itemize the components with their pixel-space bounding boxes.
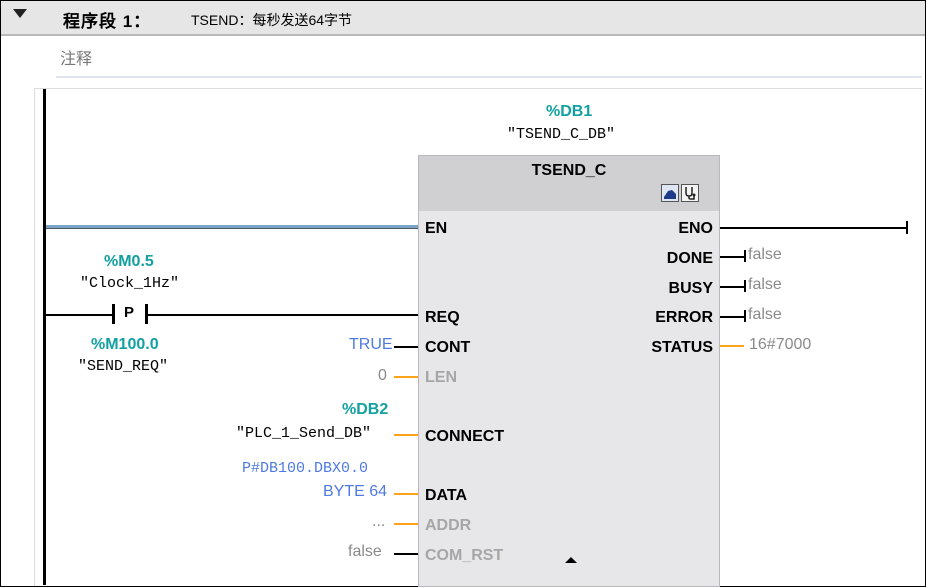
pin-connect: CONNECT <box>425 428 505 445</box>
addr-value[interactable]: ... <box>372 513 385 531</box>
done-wire <box>720 256 746 258</box>
download-icon[interactable] <box>661 184 679 202</box>
eno-terminal <box>906 221 908 234</box>
connect-db-tag[interactable]: "PLC_1_Send_DB" <box>236 425 371 442</box>
connect-db-address[interactable]: %DB2 <box>342 401 388 419</box>
contact-tag[interactable]: "Clock_1Hz" <box>80 275 179 292</box>
data-type[interactable]: BYTE 64 <box>323 483 387 501</box>
pin-en: EN <box>425 220 448 237</box>
en-wire[interactable] <box>46 225 418 229</box>
busy-wire <box>720 286 746 288</box>
status-wire <box>720 345 744 347</box>
block-header: TSEND_C <box>419 156 719 211</box>
len-wire <box>394 376 418 378</box>
pin-cont: CONT <box>425 339 471 356</box>
pin-status: STATUS <box>651 339 713 356</box>
cont-wire <box>394 346 418 348</box>
network-title: 程序段 1： <box>63 12 152 31</box>
pin-busy: BUSY <box>668 280 713 297</box>
diagnostics-icon[interactable] <box>681 184 699 202</box>
error-terminal <box>744 310 746 322</box>
data-wire <box>394 493 418 495</box>
data-pointer[interactable]: P#DB100.DBX0.0 <box>242 460 368 477</box>
len-value[interactable]: 0 <box>378 367 387 385</box>
network-name[interactable]: TSEND：每秒发送64字节 <box>191 10 352 30</box>
pin-eno: ENO <box>678 220 713 237</box>
contact-left-bar <box>112 304 115 324</box>
block-title: TSEND_C <box>531 162 607 179</box>
pin-com-rst: COM_RST <box>425 547 504 564</box>
network-comment-text: 注释 <box>60 51 93 68</box>
status-value[interactable]: 16#7000 <box>749 336 811 354</box>
com-rst-value[interactable]: false <box>348 543 382 561</box>
pin-done: DONE <box>666 250 713 267</box>
pin-addr: ADDR <box>425 517 472 534</box>
req-wire-right <box>148 314 418 316</box>
pin-len: LEN <box>425 369 457 386</box>
done-terminal <box>744 250 746 262</box>
busy-value[interactable]: false <box>748 276 782 294</box>
block-expand-arrow-icon[interactable] <box>565 557 577 563</box>
edge-memory-tag[interactable]: "SEND_REQ" <box>78 358 168 375</box>
edge-memory-address[interactable]: %M100.0 <box>91 336 159 354</box>
addr-wire <box>394 523 418 525</box>
pin-req: REQ <box>425 309 460 326</box>
network-comment-field[interactable]: 注释 <box>56 40 922 78</box>
power-rail <box>43 89 46 585</box>
eno-wire <box>720 227 908 229</box>
com-rst-wire <box>394 553 418 555</box>
collapse-triangle-icon[interactable] <box>13 9 27 18</box>
busy-terminal <box>744 280 746 292</box>
error-wire <box>720 316 746 318</box>
connect-wire <box>394 434 418 436</box>
contact-address[interactable]: %M0.5 <box>104 253 154 271</box>
p-edge-contact[interactable]: P <box>112 304 148 324</box>
done-value[interactable]: false <box>748 246 782 264</box>
instance-db-address[interactable]: %DB1 <box>546 103 592 121</box>
pin-error: ERROR <box>655 309 713 326</box>
contact-type-label: P <box>124 304 135 321</box>
network-header: 程序段 1： TSEND：每秒发送64字节 <box>1 1 925 34</box>
req-wire-left <box>46 314 112 316</box>
pin-data: DATA <box>425 487 468 504</box>
instance-db-name[interactable]: "TSEND_C_DB" <box>507 126 615 143</box>
tsend-c-block[interactable]: TSEND_C EN REQ CONT LEN CONNECT DATA ADD… <box>418 155 720 587</box>
error-value[interactable]: false <box>748 306 782 324</box>
header-divider <box>1 34 925 36</box>
cont-value[interactable]: TRUE <box>349 336 393 354</box>
